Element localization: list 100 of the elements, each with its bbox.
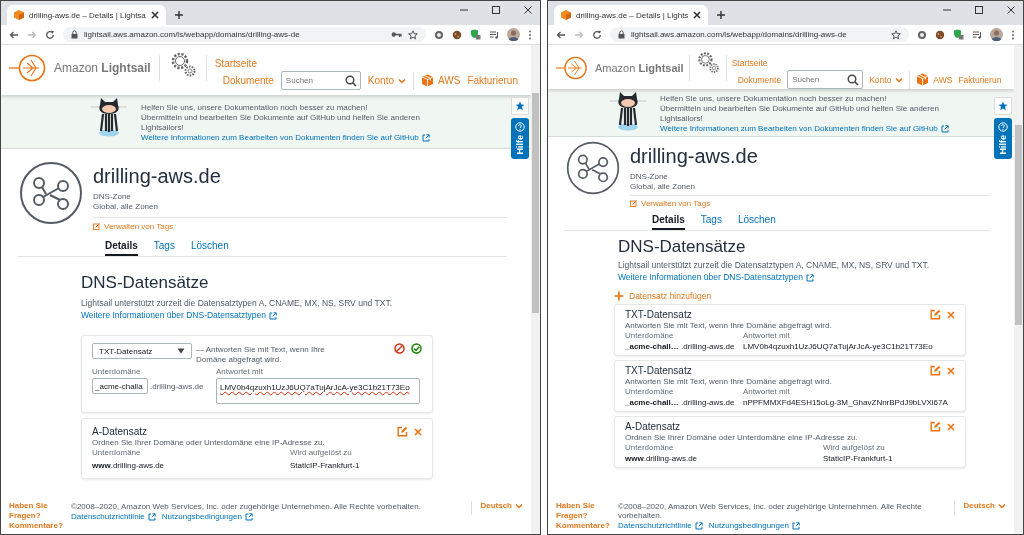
reload-icon[interactable] [592, 29, 602, 40]
shield-icon[interactable] [953, 29, 964, 40]
menu-icon[interactable] [1011, 29, 1015, 40]
key-icon[interactable] [391, 31, 402, 38]
delete-icon[interactable] [414, 427, 422, 436]
help-tab[interactable]: Hilfe [994, 118, 1012, 159]
confirm-icon[interactable] [411, 343, 422, 354]
record-type-select[interactable]: TXT-Datensatz [92, 343, 192, 359]
billing-link[interactable]: Fakturierun [958, 74, 1002, 85]
search-field[interactable]: Suchen [280, 71, 361, 90]
external-link-icon[interactable] [421, 134, 430, 142]
shield-icon[interactable] [470, 29, 481, 40]
footer-link[interactable]: Nutzungsbedingungen [161, 512, 242, 521]
tab[interactable]: Tags [700, 211, 722, 230]
tab[interactable]: Löschen [190, 237, 229, 256]
delete-icon[interactable] [947, 422, 955, 431]
manage-tags-link[interactable]: Verwalten von Tags [93, 222, 507, 231]
address-bar[interactable]: lightsail.aws.amazon.com/ls/webapp/domains/drilling-aws-de [610, 27, 909, 42]
close-tab-icon[interactable] [150, 11, 159, 19]
external-link-icon[interactable] [694, 521, 703, 530]
external-link-icon[interactable] [940, 125, 949, 133]
column-label: Wird aufgelöst zu [823, 443, 886, 452]
external-link-icon[interactable] [791, 521, 800, 530]
footer-link[interactable]: Datenschutzrichtlinie [618, 521, 692, 530]
language-menu[interactable]: Deutsch [480, 501, 523, 510]
avatar-icon[interactable] [990, 28, 1003, 41]
logo-text[interactable]: Amazon Lightsail [54, 61, 151, 75]
home-link[interactable]: Startseite [731, 58, 1014, 68]
bookmark-button[interactable] [994, 97, 1012, 115]
address-bar[interactable]: lightsail.aws.amazon.com/ls/webapp/domains/drilling-aws-de [63, 27, 426, 42]
browser-tab[interactable]: drilling-aws.de – Details | Lightsa [7, 5, 166, 25]
close-tab-icon[interactable] [693, 11, 702, 19]
feedback-link[interactable]: Haben Sie Fragen? Kommentare? [556, 501, 610, 531]
cube-icon [14, 10, 24, 20]
answer-field[interactable]: LMV0b4qzuxh1UzJ6UQ7aTujArJcA-ye3C1b21T73Eo [216, 378, 420, 404]
section-description: Lightsail unterstützt zurzeit die Datensatztypen A, CNAME, MX, NS, SRV und TXT. [81, 298, 394, 308]
external-link-icon[interactable] [806, 273, 815, 282]
subdomain-field[interactable]: _acme-challa [92, 378, 148, 394]
close-icon[interactable] [1006, 4, 1016, 15]
tab[interactable]: Löschen [737, 211, 776, 230]
reload-icon[interactable] [45, 29, 55, 40]
cookie-icon[interactable] [452, 29, 462, 40]
aws-menu[interactable]: AWS [421, 74, 461, 87]
tab[interactable]: Details [105, 237, 138, 256]
github-link[interactable]: Weitere Informationen zum Bearbeiten von Dokumenten finden Sie auf GitHub [141, 133, 419, 143]
delete-icon[interactable] [947, 310, 955, 319]
playlist-icon[interactable] [489, 29, 499, 40]
manage-tags-link[interactable]: Verwalten von Tags [630, 199, 990, 208]
external-link-icon[interactable] [269, 311, 278, 320]
tab[interactable]: Tags [153, 237, 175, 256]
cookie-icon[interactable] [935, 29, 945, 40]
scrollbar[interactable] [531, 45, 540, 534]
avatar-icon[interactable] [507, 28, 520, 41]
bookmark-star-icon[interactable] [408, 29, 418, 40]
new-tab-icon[interactable] [173, 10, 184, 20]
close-icon[interactable] [523, 4, 533, 15]
extension-icon[interactable] [434, 29, 444, 40]
tab[interactable]: Details [652, 211, 685, 230]
footer-link[interactable]: Nutzungsbedingungen [708, 521, 789, 530]
back-icon[interactable] [9, 29, 19, 40]
extension-icon[interactable] [917, 29, 927, 40]
home-link[interactable]: Startseite [214, 58, 531, 69]
feedback-link[interactable]: Haben Sie Fragen? Kommentare? [9, 501, 63, 531]
edit-icon[interactable] [397, 426, 408, 437]
external-link-icon[interactable] [244, 512, 253, 521]
aws-menu[interactable]: AWS [916, 73, 953, 86]
browser-tab[interactable]: drilling-aws.de – Details | Lights [554, 5, 709, 25]
language-menu[interactable]: Deutsch [963, 501, 1006, 510]
logo-text[interactable]: Amazon Lightsail [595, 62, 684, 74]
account-menu[interactable]: Konto [367, 75, 406, 86]
playlist-icon[interactable] [972, 29, 982, 40]
edit-icon[interactable] [930, 421, 941, 432]
footer-link[interactable]: Datenschutzrichtlinie [71, 512, 145, 521]
delete-icon[interactable] [947, 366, 955, 375]
search-field[interactable]: Suchen [787, 70, 864, 89]
scrollbar[interactable] [1014, 45, 1023, 534]
edit-icon[interactable] [930, 309, 941, 320]
record-types-link[interactable]: Weitere Informationen über DNS-Datensatztypen [618, 272, 804, 283]
help-tab[interactable]: Hilfe [511, 118, 529, 159]
cancel-icon[interactable] [394, 343, 405, 354]
billing-link[interactable]: Fakturierun [467, 75, 518, 86]
menu-icon[interactable] [528, 29, 532, 40]
bookmark-star-icon[interactable] [891, 29, 901, 40]
plus-icon [614, 291, 624, 301]
docs-link[interactable]: Dokumente [222, 75, 274, 86]
github-link[interactable]: Weitere Informationen zum Bearbeiten von Dokumenten finden Sie auf GitHub [660, 124, 938, 134]
maximize-icon[interactable] [974, 4, 984, 15]
back-icon[interactable] [556, 29, 566, 40]
add-record-button[interactable]: Datensatz hinzufügen [614, 291, 1014, 301]
search-icon[interactable] [847, 73, 860, 86]
record-types-link[interactable]: Weitere Informationen über DNS-Datensatztypen [81, 310, 267, 321]
maximize-icon[interactable] [491, 4, 501, 15]
account-menu[interactable]: Konto [869, 74, 904, 85]
new-tab-icon[interactable] [716, 10, 727, 20]
search-icon[interactable] [344, 74, 357, 87]
docs-link[interactable]: Dokumente [737, 74, 782, 85]
bookmark-button[interactable] [511, 97, 529, 115]
record-value: LMV0b4qzuxh1UzJ6UQ7aTujArJcA-ye3C1b21T73Eo [743, 342, 934, 351]
external-link-icon[interactable] [147, 512, 156, 521]
edit-icon[interactable] [930, 365, 941, 376]
